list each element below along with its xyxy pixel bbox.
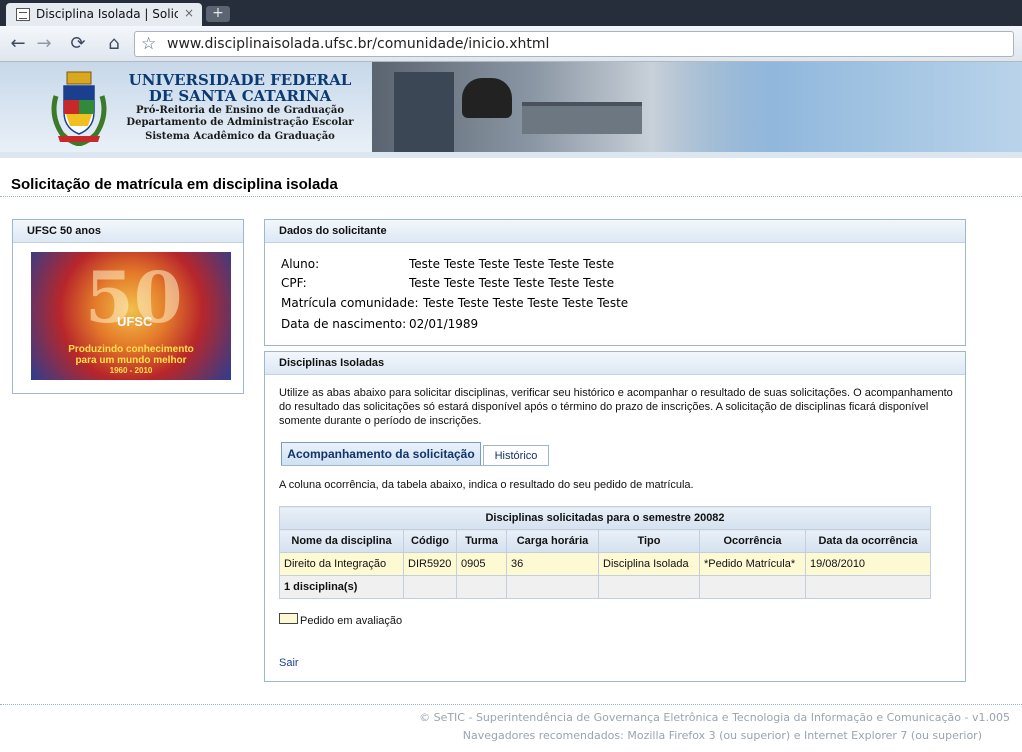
page-favicon-icon: [16, 8, 30, 21]
tab-acompanhamento[interactable]: Acompanhamento da solicitação: [281, 442, 481, 466]
table-row: Direito da Integração DIR5920 0905 36 Di…: [279, 552, 932, 576]
table-footer-count: 1 disciplina(s): [279, 575, 404, 599]
table-cell: Disciplina Isolada: [598, 552, 700, 576]
footer-copyright: © SeTIC - Superintendência de Governança…: [419, 711, 1010, 724]
table-cell: *Pedido Matrícula*: [699, 552, 806, 576]
column-header: Nome da disciplina: [279, 529, 404, 553]
table-cell: [403, 575, 457, 599]
footer-browsers: Navegadores recomendados: Mozilla Firefo…: [462, 729, 982, 742]
legend-swatch: [279, 613, 298, 624]
banner-bottom-strip: [0, 152, 1022, 158]
exit-link[interactable]: Sair: [279, 657, 299, 669]
column-header: Tipo: [598, 529, 700, 553]
site-banner: UNIVERSIDADE FEDERAL DE SANTA CATARINA P…: [0, 62, 1022, 152]
browser-tab-strip: Disciplina Isolada | Solicit... × +: [0, 0, 1022, 26]
tab-divider: [281, 465, 549, 466]
table-cell: Direito da Integração: [279, 552, 404, 576]
occurrence-note: A coluna ocorrência, da tabela abaixo, i…: [279, 479, 694, 491]
applicant-label: Aluno:: [281, 257, 320, 271]
applicant-panel: Dados do solicitante Aluno: Teste Teste …: [264, 219, 966, 346]
back-icon[interactable]: ←: [8, 34, 28, 54]
ufsc-slogan-line2: para um mundo melhor: [75, 355, 187, 366]
applicant-panel-title: Dados do solicitante: [265, 220, 965, 243]
table-cell: [506, 575, 599, 599]
applicant-label: Matrícula comunidade:: [281, 296, 419, 310]
tab-close-icon[interactable]: ×: [184, 6, 194, 20]
column-header: Carga horária: [506, 529, 599, 553]
table-caption-row: Disciplinas solicitadas para o semestre …: [278, 506, 932, 530]
ufsc-slogan-line1: Produzindo conhecimento: [68, 344, 194, 355]
applicant-value: Teste Teste Teste Teste Teste Teste: [409, 276, 615, 290]
table-footer-row: 1 disciplina(s): [279, 575, 932, 599]
applicant-label: Data de nascimento:: [281, 317, 407, 331]
applicant-value: Teste Teste Teste Teste Teste Teste: [409, 257, 615, 271]
ufsc-seal-icon: [51, 71, 107, 146]
requested-disciplines-table: Disciplinas solicitadas para o semestre …: [278, 506, 932, 599]
legend-label: Pedido em avaliação: [300, 615, 403, 627]
disciplinas-intro-text: Utilize as abas abaixo para solicitar di…: [279, 387, 953, 427]
banner-university-line2: DE SANTA CATARINA: [148, 87, 332, 105]
address-url[interactable]: www.disciplinaisolada.ufsc.br/comunidade…: [167, 36, 549, 52]
table-cell: DIR5920: [403, 552, 457, 576]
table-cell: [804, 575, 932, 599]
column-header: Turma: [456, 529, 507, 553]
browser-tab[interactable]: Disciplina Isolada | Solicit... ×: [6, 3, 202, 26]
banner-department: Departamento de Administração Escolar: [126, 117, 354, 128]
column-header: Código: [403, 529, 457, 553]
table-cell: 19/08/2010: [804, 552, 932, 576]
reload-icon[interactable]: ⟳: [68, 34, 88, 54]
ufsc-years: 1960 - 2010: [109, 366, 153, 375]
ufsc-50-panel: UFSC 50 anos 50 UFSC Produzindo conhecim…: [12, 219, 244, 394]
address-bar[interactable]: ☆ www.disciplinaisolada.ufsc.br/comunida…: [134, 31, 1014, 57]
page-title: Solicitação de matrícula em disciplina i…: [11, 176, 338, 193]
photo-building: [522, 102, 642, 134]
table-cell: [456, 575, 507, 599]
table-cell: [699, 575, 806, 599]
column-header: Ocorrência: [699, 529, 806, 553]
table-cell: 36: [506, 552, 599, 576]
tab-historico[interactable]: Histórico: [483, 445, 549, 466]
footer-divider: [0, 704, 1022, 705]
applicant-label: CPF:: [281, 276, 307, 290]
disciplinas-panel: Disciplinas Isoladas Utilize as abas aba…: [264, 351, 966, 682]
forward-icon[interactable]: →: [34, 34, 54, 54]
home-icon[interactable]: ⌂: [104, 34, 124, 54]
banner-title-panel: UNIVERSIDADE FEDERAL DE SANTA CATARINA P…: [0, 62, 372, 152]
banner-system-name: Sistema Acadêmico da Graduação: [145, 131, 335, 142]
browser-tab-title: Disciplina Isolada | Solicit...: [36, 7, 178, 21]
ufsc-50-panel-title: UFSC 50 anos: [13, 220, 243, 243]
applicant-value: 02/01/1989: [409, 317, 479, 331]
ufsc-50-anos-image: 50 UFSC Produzindo conhecimento para um …: [31, 252, 231, 380]
title-divider: [0, 196, 1022, 197]
bookmark-star-icon[interactable]: ☆: [141, 34, 156, 54]
photo-flag-pole: [394, 72, 454, 152]
table-cell: [598, 575, 700, 599]
ufsc-logo-text: UFSC: [117, 314, 153, 329]
photo-student: [462, 78, 512, 118]
column-header: Data da ocorrência: [804, 529, 932, 553]
disciplinas-panel-title: Disciplinas Isoladas: [265, 352, 965, 375]
new-tab-button[interactable]: +: [206, 6, 230, 22]
table-caption: Disciplinas solicitadas para o semestre …: [278, 506, 932, 530]
table-header-row: Nome da disciplina Código Turma Carga ho…: [279, 529, 932, 553]
campus-photo: [372, 62, 772, 152]
applicant-value: Teste Teste Teste Teste Teste Teste: [423, 296, 629, 310]
banner-prorectorate: Pró-Reitoria de Ensino de Graduação: [135, 105, 345, 116]
browser-toolbar: ← → ⟳ ⌂ ☆ www.disciplinaisolada.ufsc.br/…: [0, 26, 1022, 62]
table-cell: 0905: [456, 552, 507, 576]
